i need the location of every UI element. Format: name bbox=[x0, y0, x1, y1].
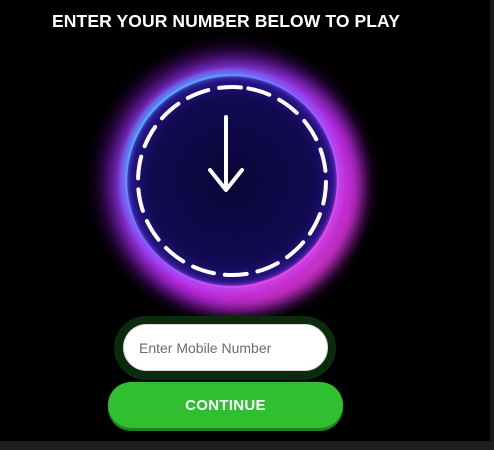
dial-halo bbox=[82, 31, 382, 331]
continue-button[interactable]: CONTINUE bbox=[108, 382, 343, 428]
dial-face bbox=[126, 75, 338, 287]
mobile-number-input[interactable] bbox=[123, 324, 328, 371]
dial-rim-glow bbox=[121, 70, 343, 292]
scrollbar-track[interactable] bbox=[490, 0, 494, 441]
bottom-bar bbox=[0, 441, 494, 450]
dial-dashed-ring bbox=[136, 84, 328, 277]
landing-page: ENTER YOUR NUMBER BELOW TO PLAY Enter Mo… bbox=[0, 0, 494, 450]
arrow-down-icon bbox=[208, 115, 244, 192]
dial-rim bbox=[124, 73, 340, 289]
dial-outer-glow bbox=[115, 63, 361, 309]
page-title: ENTER YOUR NUMBER BELOW TO PLAY bbox=[52, 11, 400, 31]
